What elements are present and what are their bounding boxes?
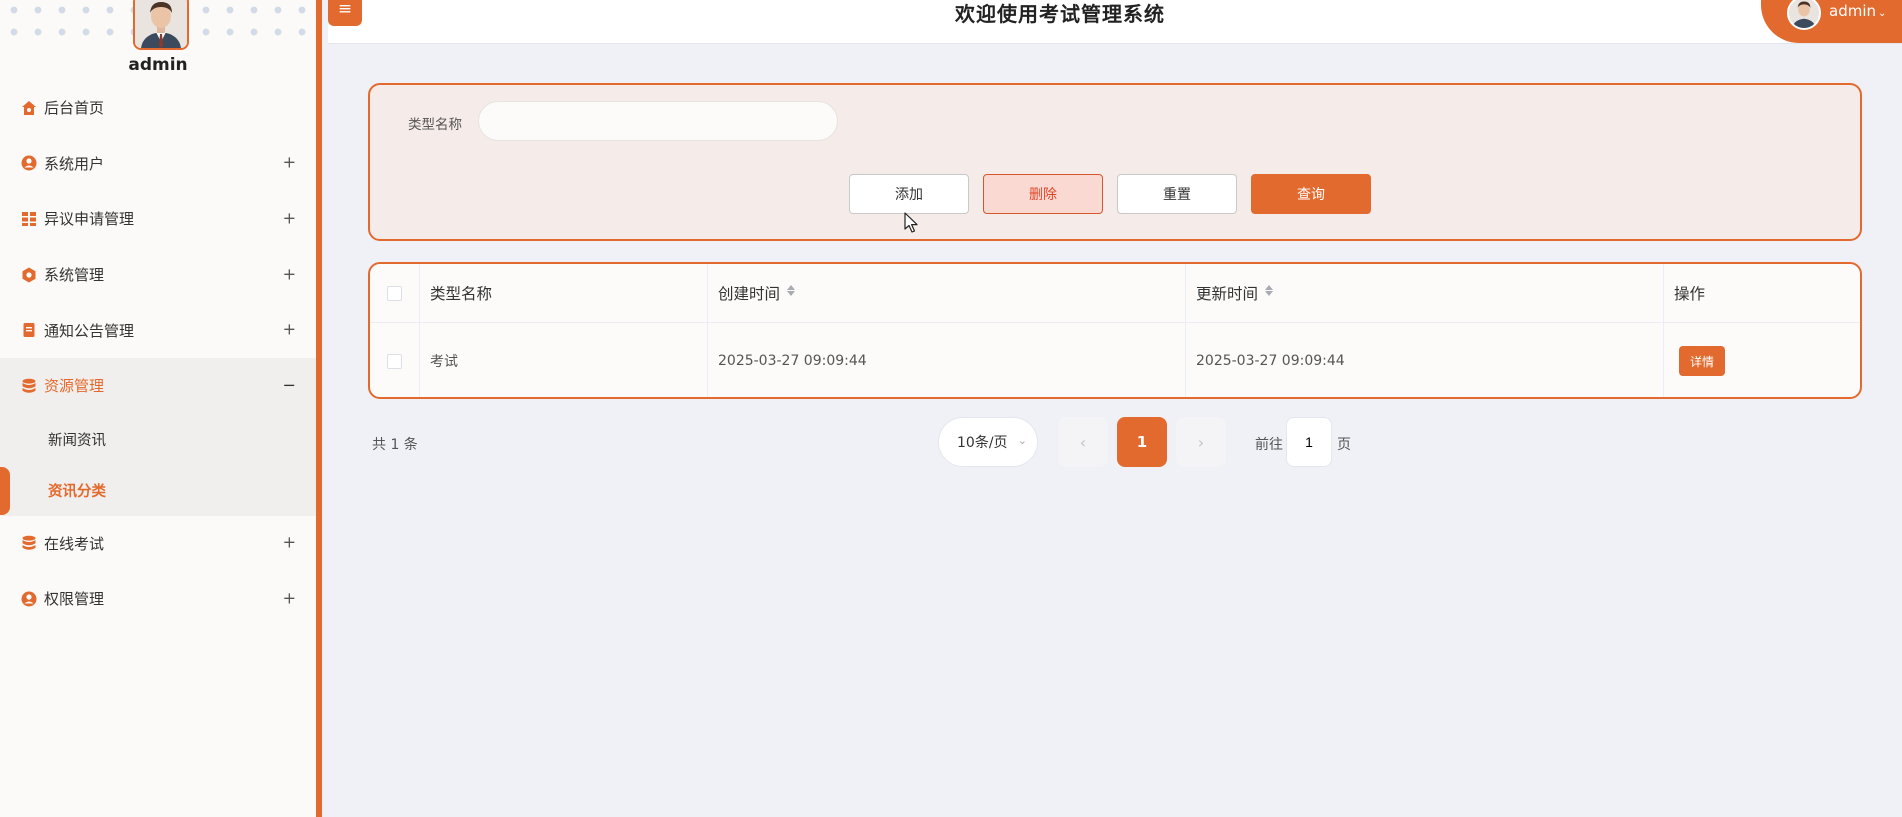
sidebar-item-system-manage[interactable]: 系统管理 + <box>0 247 316 303</box>
avatar <box>133 0 189 50</box>
prev-page-button[interactable]: ‹ <box>1058 417 1108 467</box>
mouse-cursor-icon <box>904 212 918 233</box>
column-header-operation: 操作 <box>1674 285 1706 303</box>
plus-icon: + <box>282 208 296 228</box>
column-header-updated[interactable]: 更新时间 <box>1186 264 1664 322</box>
sort-icon[interactable] <box>1265 285 1274 296</box>
sidebar: admin 后台首页 系统用户 + 异议申请管理 + 系统管理 + 通知公告管理… <box>0 0 322 817</box>
header-checkbox-cell <box>370 264 420 322</box>
next-page-button[interactable]: › <box>1176 417 1226 467</box>
resource-submenu: 新闻资讯 资讯分类 <box>0 413 316 516</box>
sidebar-item-label: 通知公告管理 <box>44 321 135 340</box>
row-checkbox-cell <box>370 323 420 397</box>
sidebar-menu: 后台首页 系统用户 + 异议申请管理 + 系统管理 + 通知公告管理 + 资源管… <box>0 80 316 627</box>
user-name-text: admin <box>1829 2 1876 20</box>
sidebar-item-label: 权限管理 <box>44 590 105 609</box>
search-panel: 类型名称 添加 删除 重置 查询 <box>368 83 1862 241</box>
page-size-select[interactable]: 10条/页 ⌄ <box>938 417 1038 467</box>
column-header-type-name: 类型名称 <box>420 264 708 322</box>
table-row: 考试 2025-03-27 09:09:44 2025-03-27 09:09:… <box>370 323 1860 397</box>
query-button[interactable]: 查询 <box>1251 174 1371 214</box>
chevron-down-icon: ⌄ <box>1017 434 1027 447</box>
detail-button[interactable]: 详情 <box>1679 346 1725 376</box>
plus-icon: + <box>282 319 296 339</box>
sidebar-item-label: 资源管理 <box>44 377 105 396</box>
type-name-input[interactable] <box>478 101 838 141</box>
data-table: 类型名称 创建时间 更新时间 操作 考试 2025-03-27 09:09:44… <box>368 262 1862 399</box>
sidebar-item-label: 系统管理 <box>44 266 105 285</box>
row-checkbox[interactable] <box>387 353 402 369</box>
cell-updated-time: 2025-03-27 09:09:44 <box>1186 323 1664 397</box>
goto-suffix: 页 <box>1337 437 1351 453</box>
sidebar-item-objection[interactable]: 异议申请管理 + <box>0 191 316 247</box>
user-menu[interactable]: admin ⌄ <box>1761 0 1902 43</box>
cell-operation: 详情 <box>1664 323 1860 397</box>
plus-icon: + <box>282 532 296 552</box>
plus-icon: + <box>282 152 296 172</box>
sidebar-item-label: 异议申请管理 <box>44 210 135 229</box>
sidebar-item-label: 后台首页 <box>44 99 105 118</box>
sidebar-item-label: 在线考试 <box>44 534 105 553</box>
sidebar-item-resource[interactable]: 资源管理 − <box>0 357 316 414</box>
cell-type-name: 考试 <box>420 323 708 397</box>
sort-icon[interactable] <box>787 285 796 296</box>
delete-button[interactable]: 删除 <box>983 174 1103 214</box>
sidebar-subitem-label: 资讯分类 <box>48 483 106 500</box>
page-size-value: 10条/页 <box>957 435 1008 451</box>
sidebar-item-online-exam[interactable]: 在线考试 + <box>0 516 316 572</box>
plus-icon: + <box>282 264 296 284</box>
column-header-label: 创建时间 <box>718 285 781 303</box>
sidebar-item-permission[interactable]: 权限管理 + <box>0 571 316 627</box>
total-count: 共 1 条 <box>372 437 418 453</box>
page-title: 欢迎使用考试管理系统 <box>955 2 1165 26</box>
plus-icon: + <box>282 588 296 608</box>
home-icon <box>20 99 38 117</box>
cell-created-time: 2025-03-27 09:09:44 <box>708 323 1186 397</box>
chevron-right-icon: › <box>1197 432 1205 452</box>
sidebar-item-home[interactable]: 后台首页 <box>0 80 316 136</box>
table-header-row: 类型名称 创建时间 更新时间 操作 <box>370 264 1860 323</box>
search-label: 类型名称 <box>408 117 462 133</box>
goto-page-input[interactable] <box>1286 417 1332 467</box>
column-header-label: 更新时间 <box>1196 285 1259 303</box>
top-header: ≡ 欢迎使用考试管理系统 admin ⌄ <box>328 0 1902 44</box>
minus-icon: − <box>282 375 296 395</box>
sidebar-item-system-users[interactable]: 系统用户 + <box>0 136 316 192</box>
database-icon <box>20 534 38 552</box>
select-all-checkbox[interactable] <box>387 285 402 301</box>
reset-button[interactable]: 重置 <box>1117 174 1237 214</box>
database-icon <box>20 377 38 395</box>
user-name: admin ⌄ <box>1829 2 1886 20</box>
chevron-left-icon: ‹ <box>1079 432 1087 452</box>
add-button[interactable]: 添加 <box>849 174 969 214</box>
document-icon <box>20 321 38 339</box>
column-header-created[interactable]: 创建时间 <box>708 264 1186 322</box>
avatar <box>1787 0 1821 30</box>
sidebar-subitem-news-category[interactable]: 资讯分类 <box>0 465 316 516</box>
goto-label: 前往 <box>1255 437 1283 453</box>
sidebar-subitem-label: 新闻资讯 <box>48 432 106 449</box>
sidebar-item-label: 系统用户 <box>44 154 105 173</box>
sidebar-item-notice[interactable]: 通知公告管理 + <box>0 302 316 358</box>
page-number-button[interactable]: 1 <box>1117 417 1167 467</box>
chevron-down-icon: ⌄ <box>1878 8 1887 19</box>
user-icon <box>20 154 38 172</box>
sidebar-username: admin <box>128 55 188 75</box>
sidebar-subitem-news[interactable]: 新闻资讯 <box>0 414 316 465</box>
settings-icon <box>20 266 38 284</box>
user-icon <box>20 590 38 608</box>
grid-icon <box>20 210 38 228</box>
